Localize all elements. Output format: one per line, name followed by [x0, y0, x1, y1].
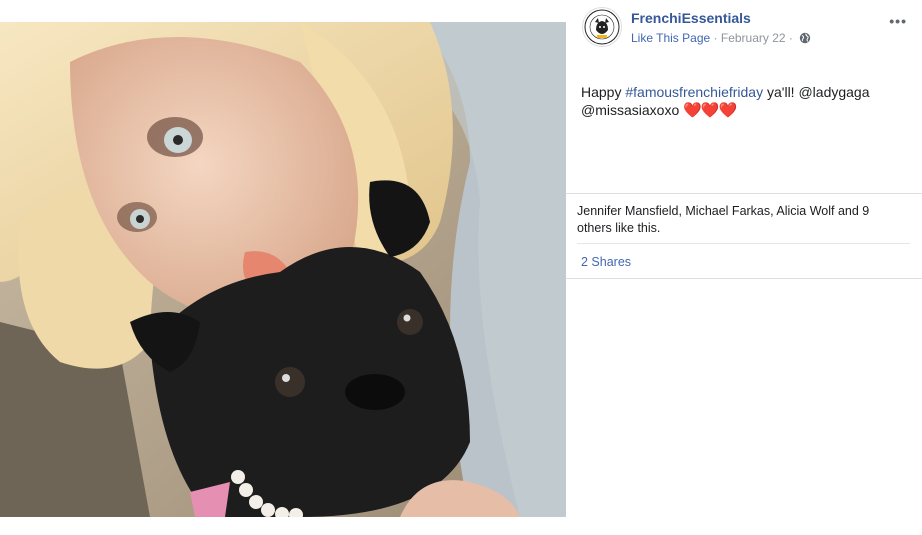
like-page-link[interactable]: Like This Page: [631, 31, 710, 45]
post-date[interactable]: February 22: [721, 31, 786, 45]
selfie-photo-image: [0, 22, 566, 517]
page-name-link[interactable]: FrenchiEssentials: [631, 10, 751, 26]
divider: [577, 243, 910, 244]
hashtag-link[interactable]: #famousfrenchiefriday: [625, 84, 763, 100]
post-header: FrenchiEssentials Like This Page · Febru…: [580, 7, 922, 51]
frenchi-logo-icon: [584, 9, 620, 45]
post-photo[interactable]: [0, 22, 566, 517]
post-meta: Like This Page · February 22 ·: [631, 31, 811, 47]
divider: [566, 278, 922, 279]
page-avatar[interactable]: [582, 7, 622, 47]
meta-separator-2: ·: [788, 31, 793, 45]
post-details-panel: FrenchiEssentials Like This Page · Febru…: [566, 0, 922, 535]
heart-emoji-icons: ❤️❤️❤️: [683, 102, 737, 119]
post-message: Happy #famousfrenchiefriday ya'll! @lady…: [581, 83, 899, 120]
likes-summary[interactable]: Jennifer Mansfield, Michael Farkas, Alic…: [577, 203, 907, 237]
ellipsis-icon[interactable]: •••: [889, 13, 907, 29]
shares-link[interactable]: 2 Shares: [581, 255, 631, 269]
divider: [566, 193, 922, 194]
message-prefix: Happy: [581, 84, 626, 100]
meta-separator: ·: [713, 31, 718, 45]
globe-icon: [799, 32, 811, 47]
